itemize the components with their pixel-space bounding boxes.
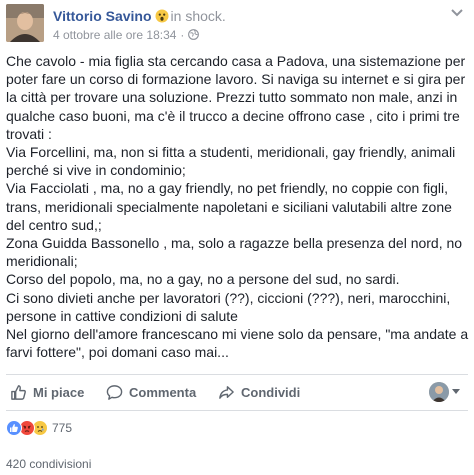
post-text: Che cavolo - mia figlia sta cercando cas…: [6, 53, 469, 361]
like-reaction-icon: [6, 420, 22, 436]
shocked-face-icon: [155, 9, 169, 23]
share-label: Condividi: [241, 384, 301, 400]
post-body: Che cavolo - mia figlia sta cercando cas…: [6, 52, 470, 361]
share-count[interactable]: 420 condivisioni: [6, 457, 91, 471]
post-header: Vittorio Savino in shock. 4 ottobre alle …: [0, 0, 474, 46]
meta-separator: ·: [180, 28, 185, 42]
mini-avatar: [429, 382, 449, 402]
globe-icon[interactable]: [188, 29, 200, 40]
like-button[interactable]: Mi piace: [10, 381, 84, 403]
chevron-down-icon[interactable]: [450, 8, 464, 18]
comment-icon: [106, 384, 123, 400]
reactions-summary[interactable]: 775: [6, 419, 72, 437]
post-timestamp[interactable]: 4 ottobre alle ore 18:34: [53, 28, 176, 42]
author-line: Vittorio Savino in shock.: [53, 8, 226, 24]
feeling-text: in shock.: [170, 8, 226, 24]
divider: [6, 374, 468, 375]
profile-switch-icon[interactable]: [429, 382, 460, 402]
comment-button[interactable]: Commenta: [106, 381, 196, 403]
avatar[interactable]: [6, 4, 44, 42]
divider: [6, 410, 468, 411]
like-label: Mi piace: [33, 384, 85, 400]
author-name[interactable]: Vittorio Savino: [53, 8, 152, 24]
post-meta: 4 ottobre alle ore 18:34 ·: [53, 28, 200, 42]
thumbs-up-icon: [11, 384, 26, 400]
share-arrow-icon: [219, 385, 234, 399]
action-bar: Mi piace Commenta Condividi: [0, 376, 474, 408]
reaction-count: 775: [52, 421, 73, 435]
caret-down-icon: [452, 389, 460, 394]
share-button[interactable]: Condividi: [218, 381, 300, 403]
comment-label: Commenta: [129, 384, 197, 400]
